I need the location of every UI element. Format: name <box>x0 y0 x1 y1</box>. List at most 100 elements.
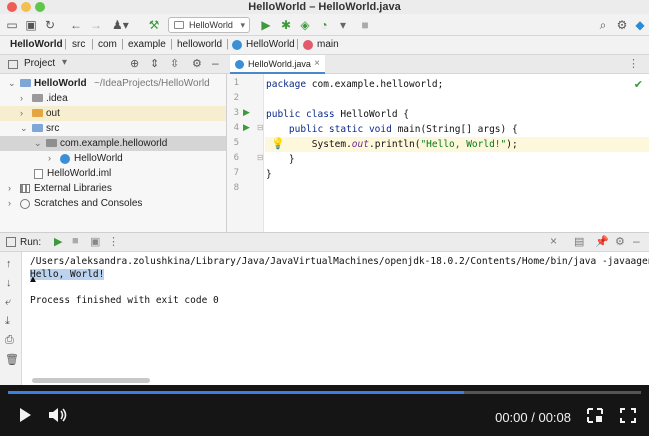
line-number: 7 <box>233 168 239 178</box>
chevron-down-icon[interactable]: ▾ <box>62 57 67 68</box>
breadcrumb-item-method[interactable]: main <box>317 39 339 50</box>
profile-icon[interactable]: ◔ <box>316 17 332 33</box>
sync-icon[interactable]: ↻ <box>42 17 58 33</box>
class-icon <box>232 40 242 50</box>
video-progress-bar[interactable] <box>8 391 641 394</box>
play-icon[interactable] <box>18 407 32 423</box>
video-time-readout: 00:00 / 00:08 <box>495 410 571 425</box>
run-configuration-select[interactable]: HelloWorld ▾ <box>168 17 250 33</box>
down-arrow-icon[interactable]: ↓ <box>6 277 12 289</box>
chevron-right-icon[interactable]: › <box>48 151 51 166</box>
more-run-options-icon[interactable]: ▾ <box>335 17 351 33</box>
back-icon[interactable]: ← <box>68 17 84 33</box>
chevron-right-icon[interactable]: › <box>8 181 11 196</box>
close-tab-icon[interactable]: × <box>314 55 320 73</box>
stop-icon[interactable]: ■ <box>357 17 373 33</box>
search-icon[interactable]: ⌕ <box>595 17 611 33</box>
tree-item-src[interactable]: ⌄ src <box>0 121 226 136</box>
coverage-icon[interactable]: ◈ <box>297 17 313 33</box>
project-view-label[interactable]: Project <box>24 58 55 69</box>
chevron-down-icon[interactable]: ⌄ <box>34 136 42 151</box>
breadcrumb-item-class[interactable]: HelloWorld <box>246 39 295 50</box>
collapse-all-icon[interactable]: ⇳ <box>170 57 179 70</box>
expand-all-icon[interactable]: ⇕ <box>150 57 159 70</box>
close-icon[interactable]: × <box>550 234 557 248</box>
code-line-7: } <box>265 167 649 182</box>
open-folder-icon[interactable]: ▭ <box>4 17 20 33</box>
more-icon[interactable]: ⋮ <box>628 57 639 70</box>
run-console[interactable]: /Users/aleksandra.zolushkina/Library/Jav… <box>22 252 649 385</box>
run-main-gutter-icon[interactable]: ▶ <box>243 122 250 133</box>
console-exit-line: Process finished with exit code 0 <box>30 295 219 306</box>
tab-helloworld-java[interactable]: HelloWorld.java × <box>230 55 325 74</box>
save-icon[interactable]: ▣ <box>23 17 39 33</box>
tree-item-package[interactable]: ⌄ com.example.helloworld <box>0 136 226 151</box>
tree-item-class[interactable]: › HelloWorld <box>0 151 226 166</box>
debug-icon[interactable]: ✱ <box>278 17 294 33</box>
breadcrumb-separator: | <box>91 38 94 50</box>
volume-icon[interactable] <box>48 407 68 423</box>
up-arrow-icon[interactable]: ↑ <box>6 258 12 270</box>
breadcrumb-item-helloworld[interactable]: helloworld <box>177 39 222 50</box>
fold-icon[interactable]: ⊟ <box>257 123 264 132</box>
folder-icon <box>32 94 43 102</box>
project-tool-window-header: Project ▾ ⊕ ⇕ ⇳ ⚙ – <box>0 55 227 74</box>
breadcrumb: HelloWorld | src | com | example | hello… <box>0 36 649 55</box>
more-icon[interactable]: ⋮ <box>108 235 119 248</box>
chevron-right-icon[interactable]: › <box>20 91 23 106</box>
tree-item-scratches[interactable]: › Scratches and Consoles <box>0 196 226 211</box>
chevron-down-icon[interactable]: ⌄ <box>20 121 28 136</box>
gear-icon[interactable]: ⚙ <box>615 235 625 248</box>
pin-icon[interactable]: 📌 <box>595 235 609 248</box>
hide-panel-icon[interactable]: – <box>633 234 640 248</box>
fold-icon[interactable]: ⊟ <box>257 153 264 162</box>
fullscreen-icon[interactable] <box>620 408 636 423</box>
code-string: "Hello, World!" <box>420 139 507 150</box>
lightbulb-icon[interactable]: 💡 <box>271 137 285 150</box>
inspection-ok-icon[interactable]: ✔ <box>634 78 643 91</box>
tree-item-idea[interactable]: › .idea <box>0 91 226 106</box>
horizontal-scrollbar[interactable] <box>32 378 150 383</box>
tree-item-project-root[interactable]: ⌄ HelloWorld ~/IdeaProjects/HelloWorld <box>0 76 226 91</box>
hide-panel-icon[interactable]: – <box>212 56 219 70</box>
run-icon[interactable]: ▶ <box>258 17 274 33</box>
layout-icon[interactable]: ▤ <box>574 235 584 248</box>
chevron-right-icon[interactable]: › <box>20 106 23 121</box>
forward-icon[interactable]: → <box>88 17 104 33</box>
tree-item-out[interactable]: › out <box>0 106 226 121</box>
tree-item-label: com.example.helloworld <box>60 138 168 149</box>
restore-layout-icon[interactable]: ▣ <box>90 235 100 248</box>
run-class-gutter-icon[interactable]: ▶ <box>243 107 250 118</box>
code-editor[interactable]: 1 2 3 4 5 6 7 8 ▶ ▶ ⊟ ⊟ package com.exam… <box>227 74 649 232</box>
tree-item-label: .idea <box>46 93 68 104</box>
code-keyword: public static void <box>266 124 398 135</box>
picture-in-picture-icon[interactable] <box>587 408 603 423</box>
scroll-to-end-icon[interactable]: ⤓ <box>5 315 10 328</box>
line-number: 8 <box>233 183 239 193</box>
chevron-right-icon[interactable]: › <box>8 196 11 211</box>
settings-gear-icon[interactable]: ⚙ <box>614 17 630 33</box>
tree-item-iml[interactable]: HelloWorld.iml <box>0 166 226 181</box>
tree-item-label: src <box>46 123 60 134</box>
run-config-label: HelloWorld <box>189 20 233 30</box>
stop-icon[interactable]: ■ <box>72 235 79 247</box>
run-side-toolbar: ↑ ↓ ⤶ ⤓ ⎙ 🗑 <box>0 252 22 385</box>
gear-icon[interactable]: ⚙ <box>192 57 202 70</box>
chevron-down-icon[interactable]: ⌄ <box>8 76 16 91</box>
breadcrumb-item-src[interactable]: src <box>72 39 85 50</box>
code-with-me-icon[interactable]: ◆ <box>632 17 648 33</box>
breadcrumb-item-com[interactable]: com <box>98 39 117 50</box>
print-icon[interactable]: ⎙ <box>5 334 14 347</box>
select-opened-file-icon[interactable]: ⊕ <box>130 57 139 70</box>
trash-icon[interactable]: 🗑 <box>5 353 19 366</box>
breadcrumb-separator: | <box>121 38 124 50</box>
rerun-icon[interactable]: ▶ <box>54 235 62 248</box>
breadcrumb-item-project[interactable]: HelloWorld <box>10 39 63 50</box>
vcs-user-icon[interactable]: ♟▾ <box>112 17 129 33</box>
breadcrumb-item-example[interactable]: example <box>128 39 166 50</box>
code-text: HelloWorld { <box>340 109 409 120</box>
soft-wrap-icon[interactable]: ⤶ <box>5 296 11 309</box>
build-hammer-icon[interactable]: ⚒ <box>146 17 162 33</box>
tree-item-external-libraries[interactable]: › External Libraries <box>0 181 226 196</box>
code-keyword: package <box>266 79 312 90</box>
